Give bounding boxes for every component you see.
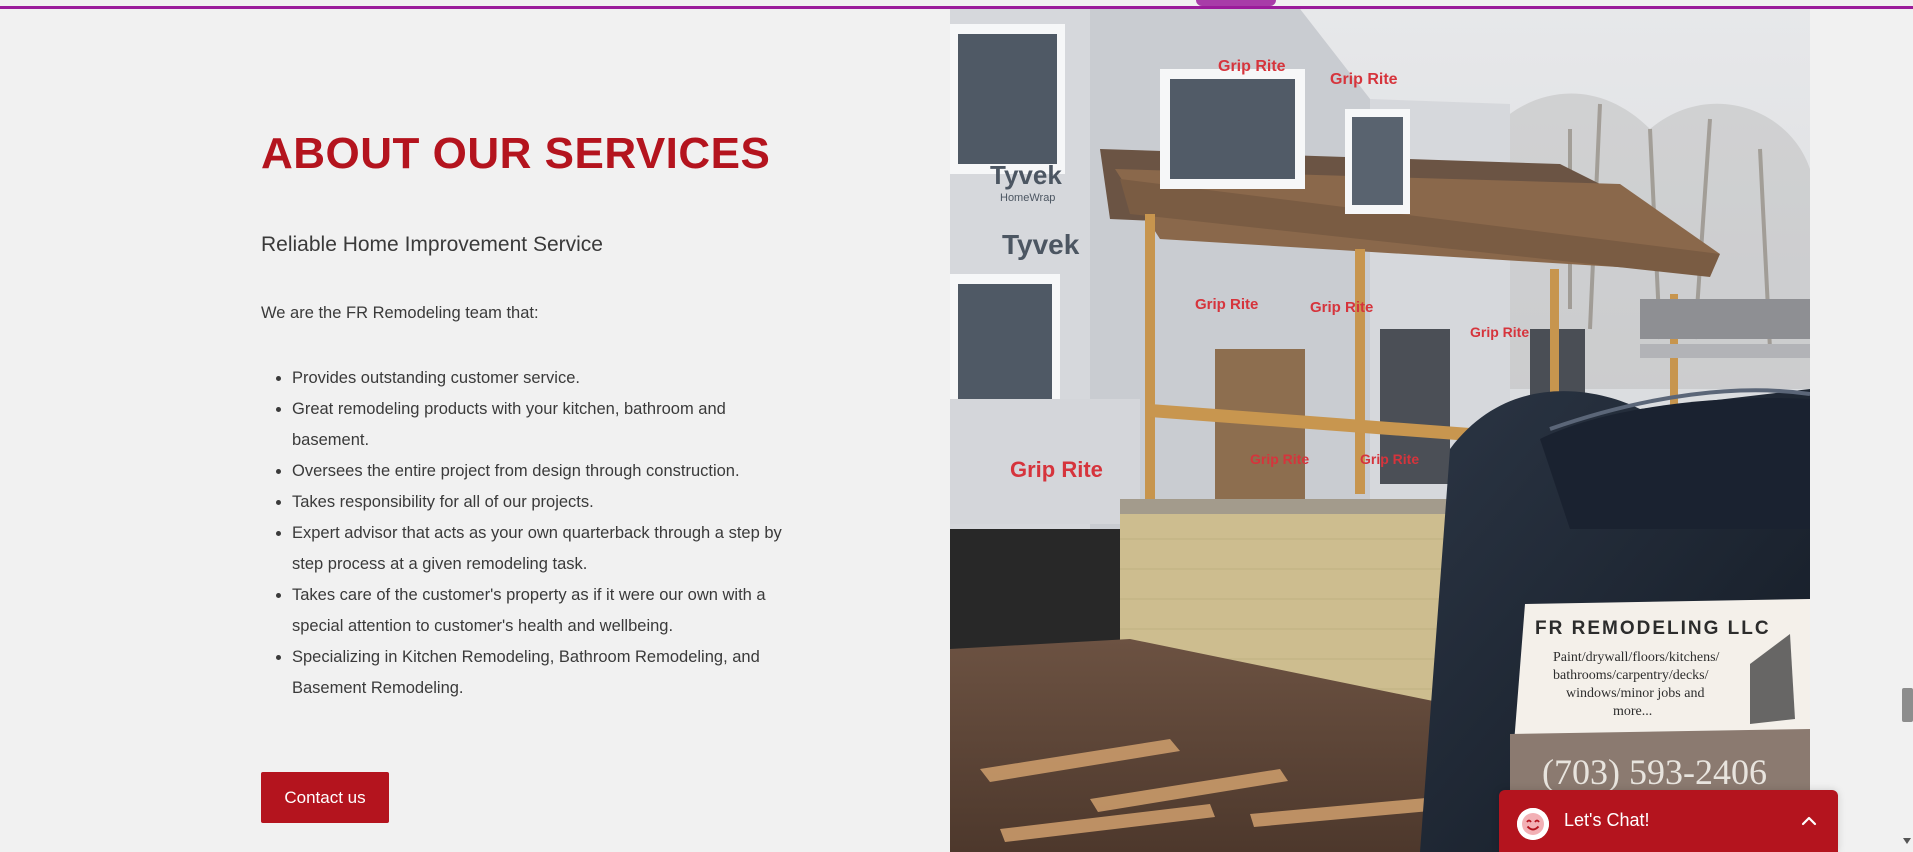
service-item: Takes responsibility for all of our proj… [292,487,801,518]
svg-text:Grip Rite: Grip Rite [1218,58,1286,75]
page-scrollbar-thumb[interactable] [1902,688,1913,722]
section-intro: We are the FR Remodeling team that: [261,303,539,322]
chat-label: Let's Chat! [1564,810,1650,830]
svg-text:more...: more... [1613,704,1652,719]
scroll-down-icon[interactable] [1903,838,1911,844]
svg-text:Tyvek: Tyvek [1002,229,1080,260]
svg-text:Grip Rite: Grip Rite [1195,296,1258,313]
construction-photo-illustration: Tyvek HomeWrap Tyvek Grip Rite Grip Rite… [950,9,1810,852]
services-content: ABOUT OUR SERVICES Reliable Home Improve… [261,129,801,704]
svg-text:HomeWrap: HomeWrap [1000,192,1055,204]
svg-text:windows/minor jobs and: windows/minor jobs and [1566,686,1704,701]
lets-chat-widget[interactable]: Let's Chat! [1499,790,1838,852]
section-title: ABOUT OUR SERVICES [261,129,771,178]
service-item: Provides outstanding customer service. [292,363,801,394]
page: ABOUT OUR SERVICES Reliable Home Improve… [0,0,1913,852]
svg-text:Grip Rite: Grip Rite [1470,324,1529,340]
section-subtitle: Reliable Home Improvement Service [261,233,603,257]
svg-text:Grip Rite: Grip Rite [1330,71,1398,88]
service-item: Specializing in Kitchen Remodeling, Bath… [292,642,801,704]
project-photo: Tyvek HomeWrap Tyvek Grip Rite Grip Rite… [950,9,1810,852]
chevron-up-icon[interactable] [1800,812,1818,830]
service-item: Takes care of the customer's property as… [292,580,801,642]
svg-text:(703) 593-2406: (703) 593-2406 [1542,752,1767,792]
svg-text:Grip Rite: Grip Rite [1360,451,1419,467]
service-item: Expert advisor that acts as your own qua… [292,518,801,580]
top-notch [1196,0,1276,6]
svg-text:Tyvek: Tyvek [990,160,1062,190]
svg-text:FR REMODELING LLC: FR REMODELING LLC [1535,618,1771,639]
svg-text:Grip Rite: Grip Rite [1010,457,1103,482]
contact-us-button[interactable]: Contact us [261,772,389,823]
svg-text:Paint/drywall/floors/kitchens/: Paint/drywall/floors/kitchens/ [1553,650,1720,665]
svg-text:bathrooms/carpentry/decks/: bathrooms/carpentry/decks/ [1553,668,1709,683]
svg-text:Grip Rite: Grip Rite [1310,299,1373,316]
svg-text:Grip Rite: Grip Rite [1250,451,1309,467]
smile-icon [1517,808,1549,840]
services-list: Provides outstanding customer service. G… [261,363,801,704]
service-item: Great remodeling products with your kitc… [292,394,801,456]
service-item: Oversees the entire project from design … [292,456,801,487]
company-sign: FR REMODELING LLC Paint/drywall/floors/k… [1510,599,1810,796]
